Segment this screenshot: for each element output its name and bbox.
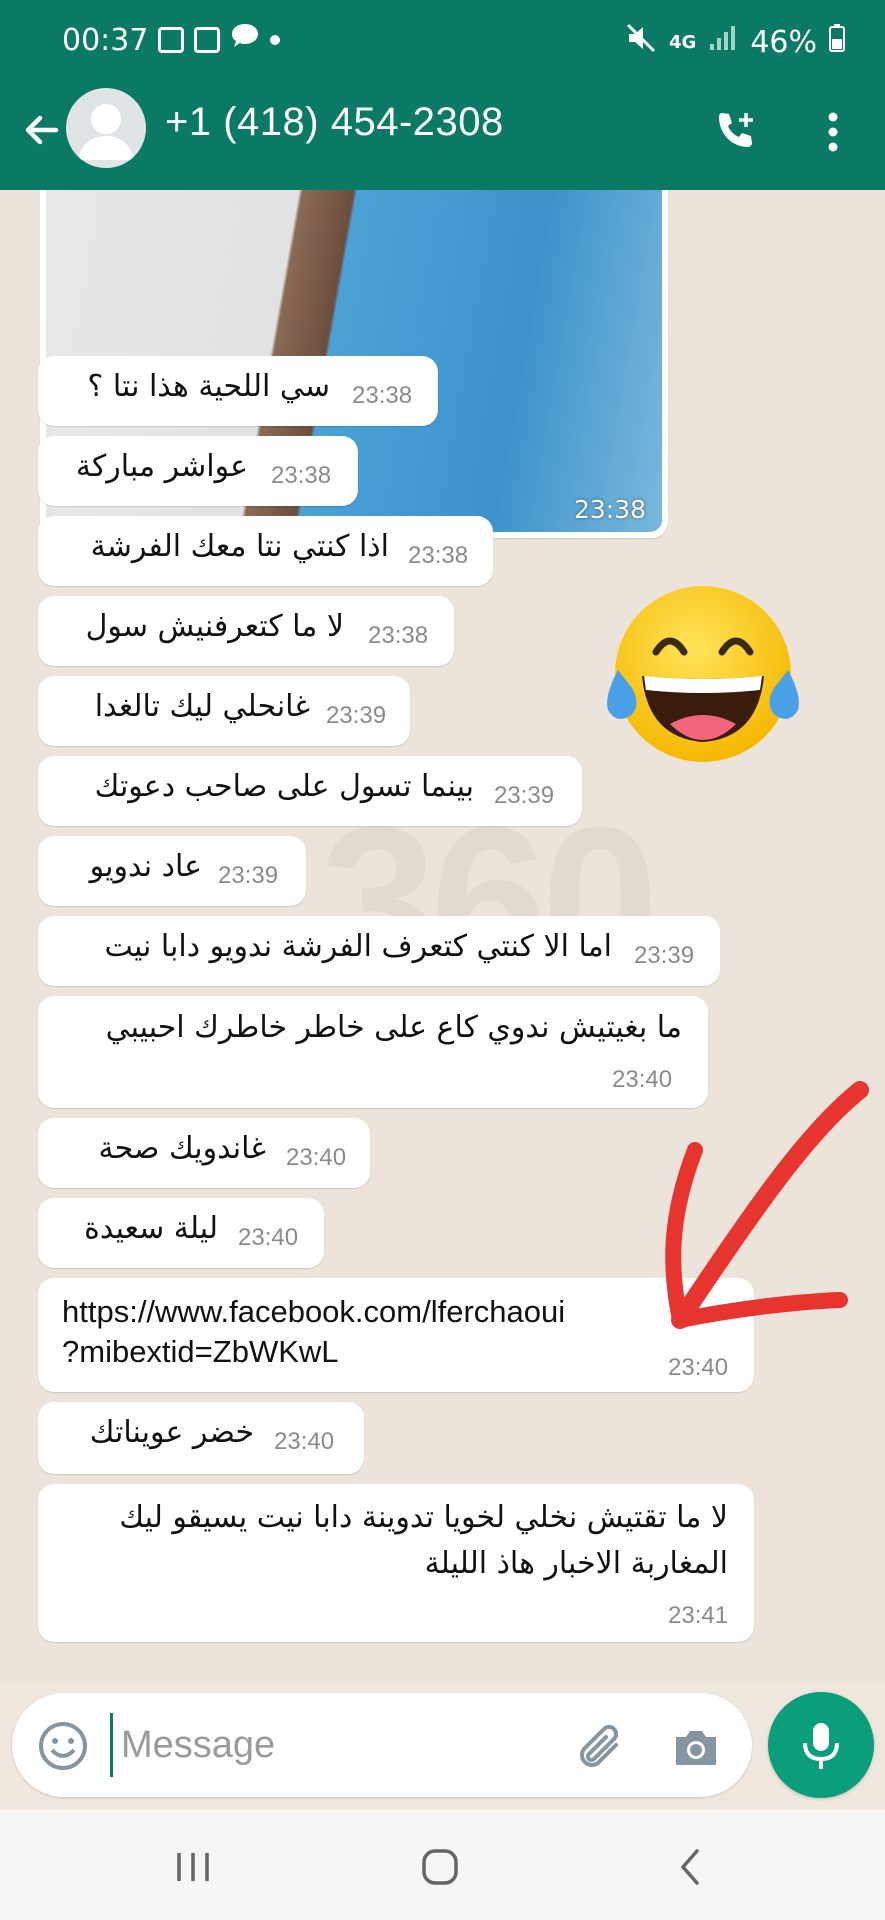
message-time: 23:39 (494, 782, 555, 809)
message-time: 23:38 (271, 462, 332, 489)
signal-icon (708, 24, 738, 60)
default-avatar-icon (78, 104, 134, 160)
message-bubble[interactable]: ما بغيتيش ندوي كاع على خاطر خاطرك احبيبي… (38, 996, 708, 1108)
chat-header: +1 (418) 454-2308 (0, 80, 885, 190)
message-link[interactable]: https://www.facebook.com/lferchaoui (62, 1294, 565, 1330)
message-link-continued[interactable]: ?mibextid=ZbWKwL (62, 1334, 339, 1370)
message-time: 23:39 (634, 942, 695, 969)
status-right: 4G 46% (625, 22, 845, 62)
status-left: 00:37 (62, 22, 281, 58)
clock: 00:37 (62, 22, 149, 58)
message-text: عواشر مباركة (75, 449, 248, 484)
laughing-emoji-icon (607, 586, 799, 762)
home-icon (422, 1849, 458, 1885)
dot-icon (270, 35, 281, 45)
message-text: بينما تسول على صاحب دعوتك (94, 769, 474, 804)
back-button[interactable] (660, 1840, 720, 1894)
message-bubble[interactable]: سي اللحية هذا نتا ؟ 23:38 (38, 356, 438, 426)
message-time: 23:41 (668, 1602, 729, 1629)
message-time: 23:40 (286, 1144, 347, 1171)
message-bubble[interactable]: عاد ندويو 23:39 (38, 836, 306, 906)
message-time: 23:40 (274, 1428, 335, 1455)
message-composer (12, 1693, 752, 1797)
message-text: غانحلي ليك تالغدا (94, 689, 310, 724)
message-text: ليلة سعيدة (84, 1211, 218, 1246)
network-label: 4G (669, 31, 697, 53)
overflow-menu-button[interactable] (808, 102, 858, 162)
more-vertical-icon (828, 112, 838, 152)
message-bubble[interactable]: غانحلي ليك تالغدا 23:39 (38, 676, 410, 746)
message-text: لا ما تقتيش نخلي لخويا تدوينة دابا نيت ي… (119, 1500, 728, 1535)
message-time: 23:38 (352, 382, 413, 409)
gallery-icon (158, 27, 185, 53)
message-bubble[interactable]: بينما تسول على صاحب دعوتك 23:39 (38, 756, 582, 826)
mute-icon (625, 22, 657, 62)
battery-icon (829, 24, 845, 60)
message-time: 23:39 (326, 702, 387, 729)
message-time: 23:38 (573, 495, 646, 524)
message-text: عاد ندويو (89, 849, 202, 884)
message-bubble[interactable]: عواشر مباركة 23:38 (38, 436, 358, 506)
message-bubble[interactable]: اذا كنتي نتا معك الفرشة 23:38 (38, 516, 493, 586)
message-time: 23:39 (218, 862, 279, 889)
home-button[interactable] (410, 1840, 470, 1894)
message-bubble[interactable]: لا ما كتعرفنيش سول 23:38 (38, 596, 454, 666)
message-text-continued: المغاربة الاخبار هاذ الليلة (424, 1546, 728, 1581)
message-time: 23:38 (368, 622, 429, 649)
recents-icon (177, 1853, 209, 1881)
message-bubble[interactable]: خضر عويناتك 23:40 (38, 1402, 364, 1474)
back-arrow-icon (25, 115, 59, 145)
red-arrow-icon (665, 1081, 869, 1329)
add-call-button[interactable] (706, 102, 766, 162)
voice-record-button[interactable] (768, 1692, 874, 1798)
news-icon (194, 27, 221, 53)
paperclip-icon[interactable] (572, 1717, 632, 1777)
message-text: لا ما كتعرفنيش سول (85, 609, 344, 644)
message-text: ما بغيتيش ندوي كاع على خاطر خاطرك احبيبي (105, 1010, 682, 1045)
message-text: اذا كنتي نتا معك الفرشة (90, 529, 389, 564)
message-text: اما الا كنتي كتعرف الفرشة ندويو دابا نيت (104, 929, 613, 964)
message-time: 23:38 (408, 542, 469, 569)
message-bubble[interactable]: ليلة سعيدة 23:40 (38, 1198, 324, 1268)
message-input[interactable] (110, 1713, 550, 1777)
battery-label: 46% (750, 24, 817, 60)
camera-icon[interactable] (666, 1717, 726, 1777)
microphone-icon (803, 1723, 839, 1769)
contact-name[interactable]: +1 (418) 454-2308 (165, 100, 504, 145)
chat-icon (230, 22, 260, 58)
system-nav-bar (0, 1810, 885, 1920)
message-time: 23:40 (238, 1224, 299, 1251)
avatar[interactable] (66, 88, 146, 168)
emoji-picker-icon[interactable] (36, 1719, 90, 1773)
chat-area[interactable]: 360 23:38 سي اللحية هذا نتا ؟ 23:38 عواش… (0, 190, 885, 1685)
message-bubble[interactable]: غاندويك صحة 23:40 (38, 1118, 370, 1188)
back-arrow-button[interactable] (12, 100, 72, 160)
message-text: سي اللحية هذا نتا ؟ (87, 369, 330, 404)
phone-plus-icon (719, 113, 753, 147)
recents-button[interactable] (163, 1840, 223, 1894)
status-bar: 00:37 4G 46% (0, 0, 885, 80)
message-bubble[interactable]: لا ما تقتيش نخلي لخويا تدوينة دابا نيت ي… (38, 1484, 754, 1642)
message-bubble[interactable]: اما الا كنتي كتعرف الفرشة ندويو دابا نيت… (38, 916, 720, 986)
message-text: خضر عويناتك (89, 1415, 254, 1450)
chevron-left-icon (680, 1849, 699, 1885)
message-text: غاندويك صحة (98, 1131, 266, 1166)
